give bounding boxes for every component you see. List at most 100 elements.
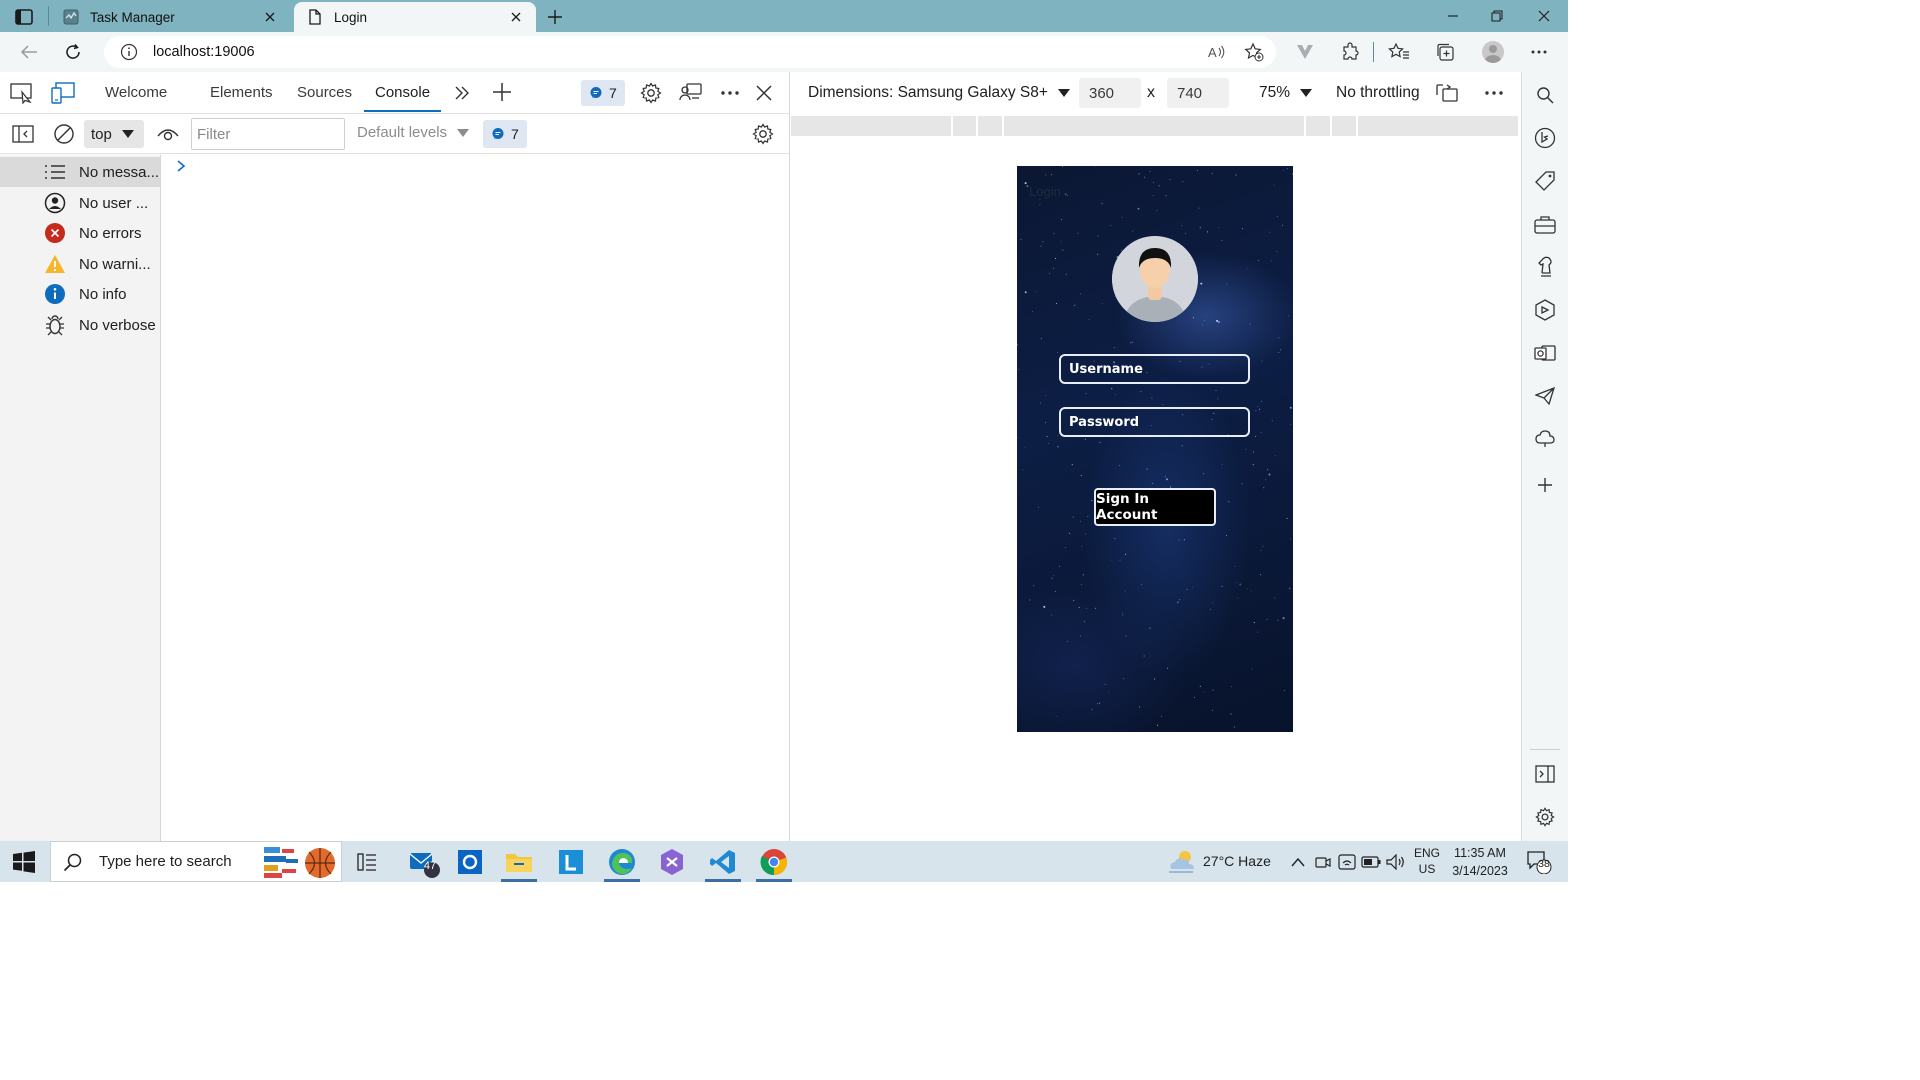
sidebar-item-messages[interactable]: No messa... <box>0 157 160 187</box>
send-icon[interactable] <box>1533 384 1557 408</box>
tab-elements[interactable]: Elements <box>210 84 273 101</box>
sidebar-item-info[interactable]: No info <box>0 279 160 309</box>
taskbar-visual-studio[interactable] <box>650 845 694 879</box>
tab-console[interactable]: Console <box>375 84 430 101</box>
refresh-button[interactable] <box>58 38 88 66</box>
add-favorite-icon[interactable] <box>1243 42 1265 62</box>
games-chess-icon[interactable] <box>1533 255 1557 279</box>
read-aloud-icon[interactable]: A <box>1206 42 1228 62</box>
sign-in-button[interactable]: Sign In Account <box>1094 488 1216 526</box>
site-info-icon[interactable] <box>119 42 139 62</box>
star <box>1260 550 1262 552</box>
start-button[interactable] <box>12 851 36 873</box>
microsoft-365-icon[interactable] <box>1533 298 1557 322</box>
taskbar-outlook[interactable] <box>448 845 492 879</box>
close-tab-icon[interactable] <box>508 9 524 25</box>
taskbar-vscode[interactable] <box>701 845 745 882</box>
connected-devices-icon[interactable] <box>678 80 704 106</box>
drop-cloud-icon[interactable] <box>1533 427 1557 451</box>
sidebar-item-errors[interactable]: No errors <box>0 218 160 248</box>
clear-console-icon[interactable] <box>51 121 77 147</box>
new-tab-button[interactable] <box>544 6 566 28</box>
tab-login[interactable]: Login <box>294 2 536 32</box>
log-levels-select[interactable]: Default levels <box>357 124 470 141</box>
devtools-more-icon[interactable] <box>717 80 743 106</box>
volume-icon[interactable] <box>1385 845 1407 879</box>
toggle-sidebar-icon[interactable] <box>10 121 36 147</box>
clock[interactable]: 11:35 AM 3/14/2023 <box>1444 844 1516 880</box>
media-query-bar[interactable] <box>791 116 1518 136</box>
tab-sources[interactable]: Sources <box>297 84 352 101</box>
extension-v-icon[interactable] <box>1292 40 1318 64</box>
hide-sidebar-icon[interactable] <box>1533 762 1557 786</box>
restore-button[interactable] <box>1474 0 1520 32</box>
search-icon[interactable] <box>1533 83 1557 107</box>
password-input[interactable] <box>1069 414 1239 430</box>
minimize-button[interactable] <box>1430 0 1476 32</box>
shopping-tag-icon[interactable] <box>1533 169 1557 193</box>
settings-more-icon[interactable] <box>1526 40 1552 64</box>
taskbar-l-app[interactable] <box>549 845 593 879</box>
more-tabs-icon[interactable] <box>449 80 475 106</box>
device-toolbar-more-icon[interactable] <box>1481 80 1507 106</box>
sidebar-item-warnings[interactable]: No warni... <box>0 249 160 279</box>
issues-badge[interactable]: 7 <box>581 80 625 106</box>
taskbar-chrome[interactable] <box>752 845 796 882</box>
device-width-input[interactable]: 360 <box>1079 78 1141 108</box>
devtools-settings-icon[interactable] <box>638 80 664 106</box>
device-emulation-icon[interactable] <box>50 80 76 106</box>
tab-task-manager[interactable]: Task Manager <box>50 2 290 32</box>
news-widget[interactable] <box>260 845 340 879</box>
favorites-icon[interactable] <box>1386 40 1412 64</box>
weather-text[interactable]: 27°C Haze <box>1203 853 1271 869</box>
console-prompt-chevron-icon[interactable] <box>174 159 188 173</box>
sidebar-item-user-messages[interactable]: No user ... <box>0 188 160 218</box>
console-settings-icon[interactable] <box>750 121 776 147</box>
add-sidebar-app-icon[interactable] <box>1533 473 1557 497</box>
rotate-device-icon[interactable] <box>1434 80 1460 106</box>
tab-actions-menu[interactable] <box>10 6 38 28</box>
add-tab-icon[interactable] <box>489 79 515 105</box>
notification-center[interactable]: 38 <box>1522 845 1556 879</box>
filter-field[interactable] <box>191 118 345 150</box>
tools-briefcase-icon[interactable] <box>1533 213 1557 237</box>
wifi-status-icon[interactable] <box>1336 845 1358 879</box>
taskbar-mail[interactable]: 47 <box>400 845 444 879</box>
live-expression-eye-icon[interactable] <box>155 121 181 147</box>
username-field[interactable] <box>1059 354 1250 384</box>
sidebar-settings-icon[interactable] <box>1533 805 1557 829</box>
show-hidden-icons[interactable] <box>1286 845 1310 879</box>
tab-welcome[interactable]: Welcome <box>105 84 167 101</box>
device-select[interactable]: Dimensions: Samsung Galaxy S8+ <box>808 84 1070 102</box>
filter-input[interactable] <box>197 125 337 143</box>
taskbar-edge[interactable] <box>600 845 644 882</box>
bing-chat-icon[interactable] <box>1533 126 1557 150</box>
sidebar-item-verbose[interactable]: No verbose <box>0 310 160 340</box>
console-toolbar: top Default levels 7 <box>0 114 790 154</box>
collections-icon[interactable] <box>1432 40 1458 64</box>
zoom-select[interactable]: 75% <box>1259 84 1313 102</box>
devtools-panel: Welcome Elements Sources Console 7 top F… <box>0 72 790 841</box>
close-devtools-icon[interactable] <box>751 80 777 106</box>
battery-icon[interactable] <box>1360 845 1382 879</box>
address-bar[interactable]: localhost:19006 A <box>104 36 1276 68</box>
close-window-button[interactable] <box>1521 0 1567 32</box>
back-button[interactable] <box>14 38 44 66</box>
device-height-input[interactable]: 740 <box>1167 78 1229 108</box>
taskbar-file-explorer[interactable] <box>497 845 541 882</box>
extensions-icon[interactable] <box>1338 40 1364 64</box>
input-language[interactable]: ENG US <box>1413 845 1441 877</box>
close-tab-icon[interactable] <box>262 9 278 25</box>
weather-widget-icon[interactable] <box>1162 845 1202 879</box>
password-field[interactable] <box>1059 407 1250 437</box>
context-select[interactable]: top <box>84 120 144 148</box>
message-count-badge[interactable]: 7 <box>483 120 527 148</box>
profile-avatar[interactable] <box>1480 40 1506 64</box>
meet-now-icon[interactable] <box>1312 845 1334 879</box>
star <box>1085 607 1087 609</box>
throttling-select[interactable]: No throttling <box>1336 84 1420 102</box>
inspect-element-icon[interactable] <box>9 80 35 106</box>
outlook-icon[interactable] <box>1533 341 1557 365</box>
task-view-button[interactable] <box>345 845 389 879</box>
username-input[interactable] <box>1069 361 1239 377</box>
